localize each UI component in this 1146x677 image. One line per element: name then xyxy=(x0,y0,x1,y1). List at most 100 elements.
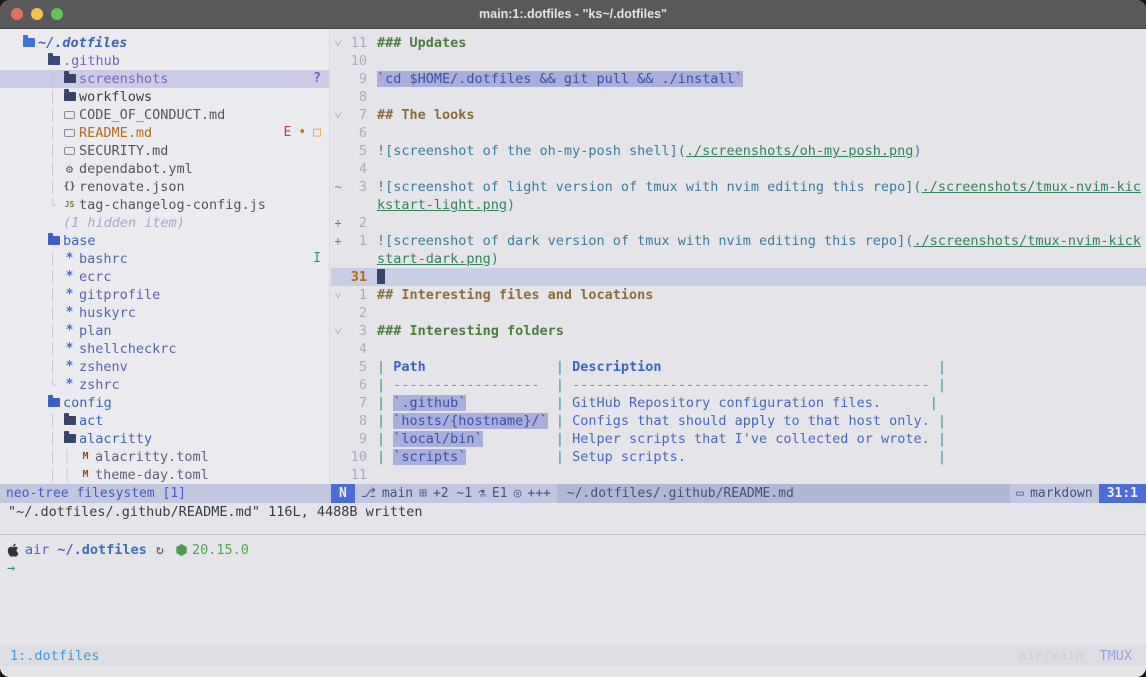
star-icon: * xyxy=(63,376,76,394)
editor-line[interactable]: +1![screenshot of dark version of tmux w… xyxy=(331,232,1146,250)
gutter-sign xyxy=(331,52,345,70)
line-number: 2 xyxy=(345,214,367,232)
tree-guide: │ xyxy=(49,70,56,88)
line-number: 9 xyxy=(345,70,367,88)
editor-line[interactable]: 8| `hosts/{hostname}/` | Configs that sh… xyxy=(331,412,1146,430)
tree-item-label: workflows xyxy=(79,88,152,106)
editor-line[interactable]: ˅7## The looks xyxy=(331,106,1146,124)
tree-guide: │ │ xyxy=(49,466,71,484)
editor-line[interactable]: ˅3### Interesting folders xyxy=(331,322,1146,340)
gutter-sign xyxy=(331,88,345,106)
line-text: start-dark.png) xyxy=(377,250,499,268)
tree-item-zshenv[interactable]: │*zshenv xyxy=(0,358,329,376)
zoom-button[interactable] xyxy=(51,8,63,20)
command-line-message: "~/.dotfiles/.github/README.md" 116L, 44… xyxy=(0,503,1146,521)
tree-item-ecrc[interactable]: │*ecrc xyxy=(0,268,329,286)
editor-line[interactable]: 6| ------------------ | ----------------… xyxy=(331,376,1146,394)
line-number: 5 xyxy=(345,142,367,160)
filetype-segment: ▭markdown xyxy=(1010,484,1098,503)
gutter-sign xyxy=(331,124,345,142)
statusline-filepath: ~/.dotfiles/.github/README.md xyxy=(557,484,1010,503)
tree-guide: │ xyxy=(49,412,56,430)
tree-item-label: zshenv xyxy=(79,358,128,376)
tree-item-badges: I xyxy=(313,250,321,268)
line-number: 3 xyxy=(345,178,367,196)
tree-item-huskyrc[interactable]: │*huskyrc xyxy=(0,304,329,322)
tree-item-screenshots[interactable]: │screenshots? xyxy=(0,70,329,88)
diagnostics: E1 xyxy=(492,484,508,503)
tree-item-label: tag-changelog-config.js xyxy=(79,196,266,214)
tree-item-gitprofile[interactable]: │ *gitprofile xyxy=(0,286,329,304)
tree-item-config[interactable]: config xyxy=(0,394,329,412)
tree-guide: │ xyxy=(49,286,56,304)
editor-line[interactable]: 5| Path | Description | xyxy=(331,358,1146,376)
traffic-lights xyxy=(11,8,63,20)
tree-item-label: gitprofile xyxy=(79,286,160,304)
tree-item-plan[interactable]: │*plan xyxy=(0,322,329,340)
gutter-sign xyxy=(331,394,345,412)
tree-item-act[interactable]: │act xyxy=(0,412,329,430)
minimize-button[interactable] xyxy=(31,8,43,20)
editor-line[interactable]: 6 xyxy=(331,124,1146,142)
editor-pane[interactable]: ˅11### Updates109`cd $HOME/.dotfiles && … xyxy=(331,29,1146,484)
tree-item-code-of-conduct-md[interactable]: │CODE_OF_CONDUCT.md xyxy=(0,106,329,124)
gutter-sign xyxy=(331,250,345,268)
tree-item--dotfiles[interactable]: ~/.dotfiles xyxy=(0,34,329,52)
line-number: 1 xyxy=(345,286,367,304)
line-text: ### Interesting folders xyxy=(377,322,564,340)
markdown-file-icon xyxy=(63,106,76,124)
tree-item-alacritty[interactable]: │alacritty xyxy=(0,430,329,448)
tree-item-label: base xyxy=(63,232,96,250)
tree-item-base[interactable]: base xyxy=(0,232,329,250)
editor-line[interactable]: +2 xyxy=(331,214,1146,232)
tree-guide: │ xyxy=(49,106,56,124)
tree-item-alacritty-toml[interactable]: │ │Malacritty.toml xyxy=(0,448,329,466)
tree-item-shellcheckrc[interactable]: │*shellcheckrc xyxy=(0,340,329,358)
editor-line[interactable]: 4 xyxy=(331,160,1146,178)
tree-item-security-md[interactable]: │SECURITY.md xyxy=(0,142,329,160)
tmux-window-item[interactable]: 1:.dotfiles xyxy=(0,648,99,664)
tree-guide: │ xyxy=(49,88,56,106)
tree-item-bashrc[interactable]: │*bashrcI xyxy=(0,250,329,268)
tree-item-readme-md[interactable]: │README.mdE•□ xyxy=(0,124,329,142)
tree-item-tag-changelog-config-js[interactable]: └JStag-changelog-config.js xyxy=(0,196,329,214)
gutter-sign xyxy=(331,160,345,178)
editor-line[interactable]: 10| `scripts` | Setup scripts. | xyxy=(331,448,1146,466)
editor-line[interactable]: 7| `.github` | GitHub Repository configu… xyxy=(331,394,1146,412)
editor-line-current[interactable]: 31 xyxy=(331,268,1146,286)
gutter-sign xyxy=(331,448,345,466)
editor-line[interactable]: 9| `local/bin` | Helper scripts that I'v… xyxy=(331,430,1146,448)
tree-item-label: README.md xyxy=(79,124,152,142)
editor-line[interactable]: 5 ![screenshot of the oh-my-posh shell](.… xyxy=(331,142,1146,160)
tree-item-label: renovate.json xyxy=(79,178,185,196)
prompt-host: air xyxy=(25,541,49,559)
close-button[interactable] xyxy=(11,8,23,20)
tree-item-theme-day-toml[interactable]: │ │Mtheme-day.toml xyxy=(0,466,329,484)
editor-line[interactable]: start-dark.png) xyxy=(331,250,1146,268)
line-number xyxy=(345,196,367,214)
tree-item-zshrc[interactable]: └*zshrc xyxy=(0,376,329,394)
braces-icon: {} xyxy=(63,178,76,196)
tree-item--github[interactable]: .github xyxy=(0,52,329,70)
editor-line[interactable]: 9`cd $HOME/.dotfiles && git pull && ./in… xyxy=(331,70,1146,88)
editor-line[interactable]: 2 xyxy=(331,304,1146,322)
star-icon: * xyxy=(63,286,76,304)
editor-line[interactable]: ~3![screenshot of light version of tmux … xyxy=(331,178,1146,196)
line-text: ![screenshot of the oh-my-posh shell](./… xyxy=(377,142,922,160)
editor-line[interactable]: 8 xyxy=(331,88,1146,106)
prompt-arrow[interactable]: → xyxy=(7,559,1146,577)
editor-line[interactable]: ˅11### Updates xyxy=(331,34,1146,52)
tree-item-renovate-json[interactable]: │{}renovate.json xyxy=(0,178,329,196)
editor-line[interactable]: 4 xyxy=(331,340,1146,358)
shell-pane[interactable]: air ~/.dotfiles ↻ 20.15.0 → xyxy=(0,534,1146,577)
editor-line[interactable]: ˅1## Interesting files and locations xyxy=(331,286,1146,304)
tree-item-dependabot-yml[interactable]: │⚙dependabot.yml xyxy=(0,160,329,178)
tree-item-workflows[interactable]: │ workflows xyxy=(0,88,329,106)
tree-guide: │ xyxy=(49,124,56,142)
editor-line[interactable]: 10 xyxy=(331,52,1146,70)
tree-item--1-hidden-item-[interactable]: (1 hidden item) xyxy=(0,214,329,232)
editor-line[interactable]: kstart-light.png) xyxy=(331,196,1146,214)
star-icon: * xyxy=(63,268,76,286)
editor-line[interactable]: 11 xyxy=(331,466,1146,484)
cursor-position: 31:1 xyxy=(1099,484,1146,503)
